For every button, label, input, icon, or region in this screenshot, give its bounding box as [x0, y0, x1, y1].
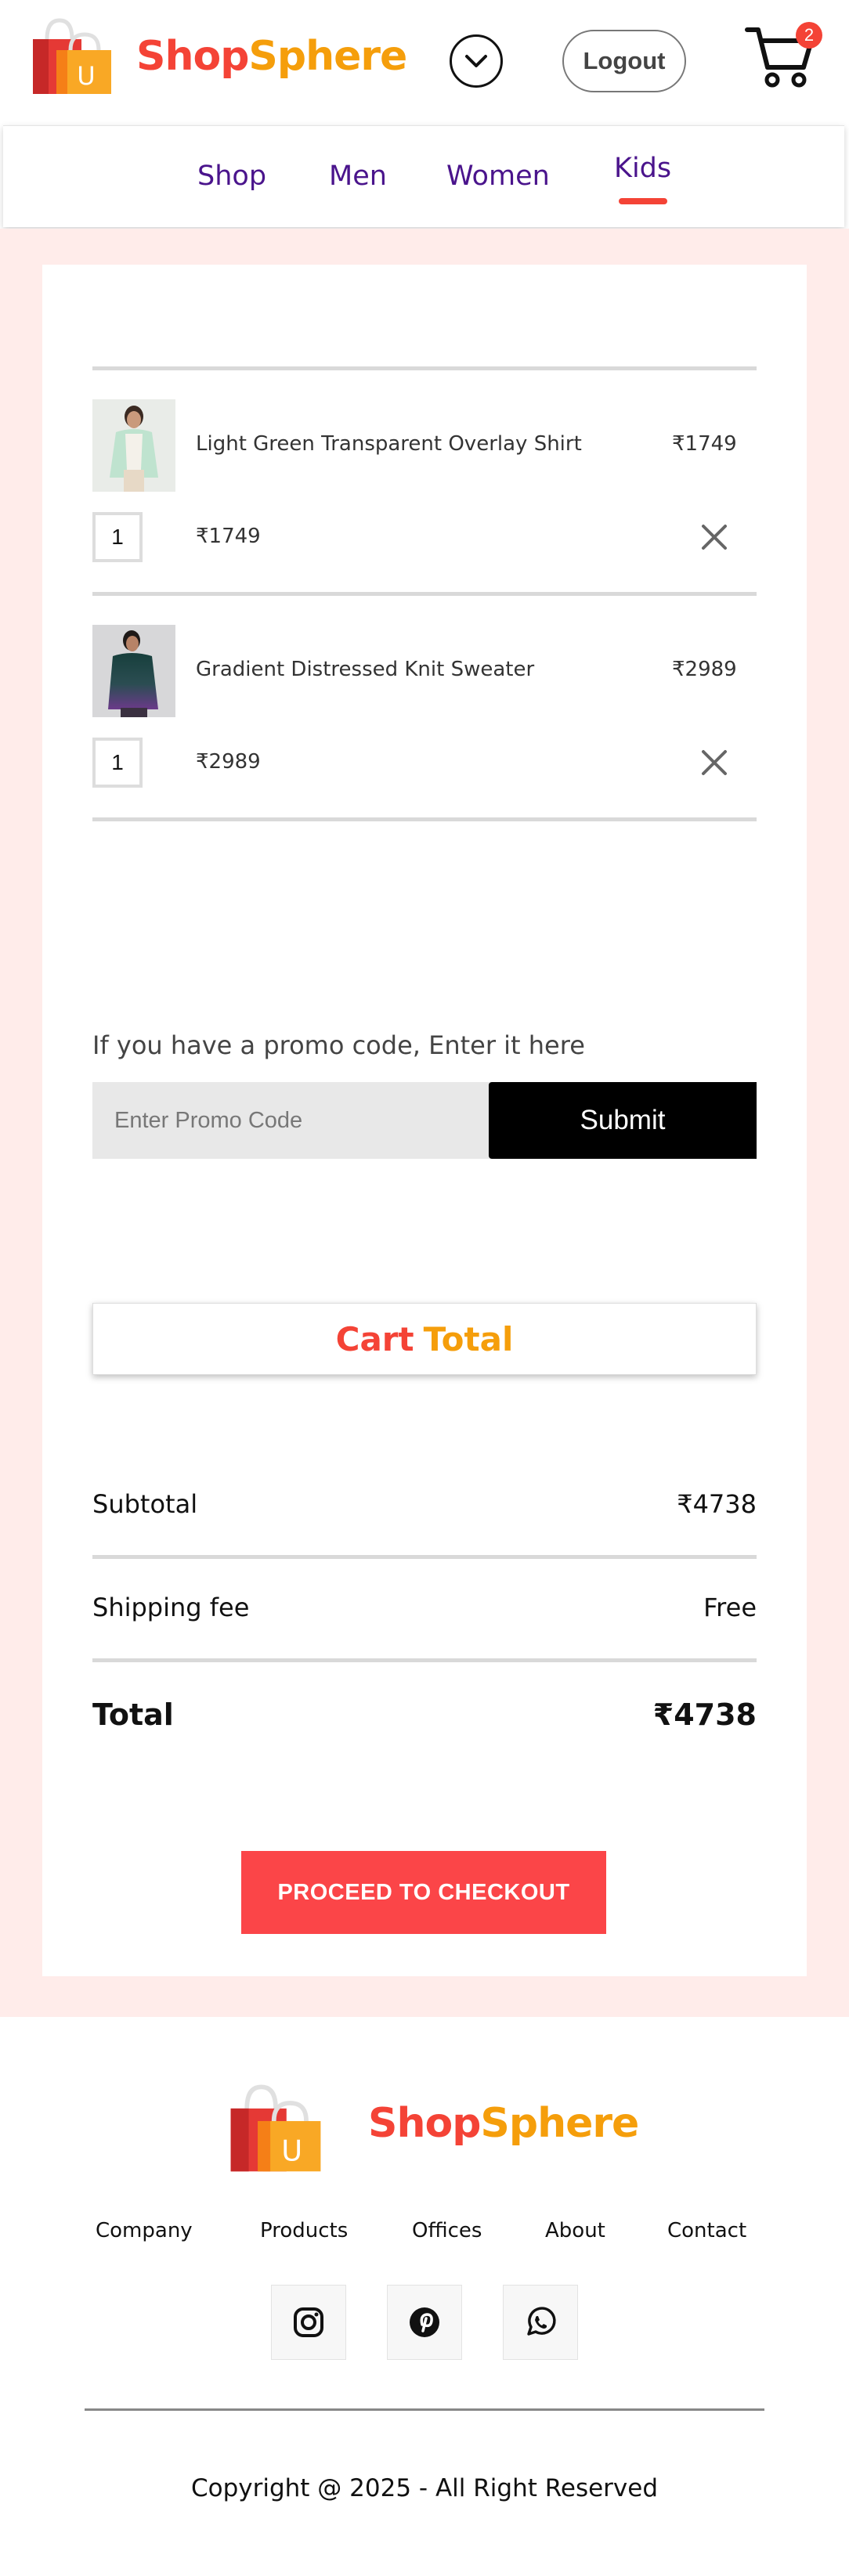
total-value: ₹4738	[652, 1697, 757, 1732]
footer-link-about[interactable]: About	[545, 2219, 605, 2242]
category-nav: Shop Men Women Kids	[3, 125, 844, 227]
divider	[92, 1658, 757, 1662]
nav-item-kids[interactable]: Kids	[614, 153, 671, 184]
site-header: U ShopSphere Logout 2	[0, 0, 849, 124]
menu-dropdown-button[interactable]	[450, 34, 503, 88]
item-subtotal: ₹2989	[196, 750, 261, 774]
footer-brand-part1: Shop	[368, 2100, 481, 2147]
close-icon[interactable]	[699, 521, 730, 553]
promo-label: If you have a promo code, Enter it here	[92, 1030, 585, 1060]
product-photo-sweater	[92, 625, 175, 717]
product-name[interactable]: Gradient Distressed Knit Sweater	[196, 658, 534, 681]
total-label: Total	[92, 1697, 174, 1732]
logo[interactable]: U	[30, 16, 114, 96]
footer-link-company[interactable]: Company	[96, 2219, 193, 2242]
pinterest-icon	[410, 2307, 439, 2337]
divider	[92, 1555, 757, 1559]
cart-button[interactable]: 2	[744, 17, 822, 96]
promo-submit-button[interactable]: Submit	[489, 1082, 757, 1159]
footer-divider	[85, 2408, 764, 2411]
svg-text:U: U	[281, 2134, 302, 2167]
brand-name-part2: Sphere	[248, 33, 407, 80]
divider	[92, 592, 757, 596]
subtotal-value: ₹4738	[677, 1489, 757, 1519]
divider	[92, 366, 757, 370]
nav-item-shop[interactable]: Shop	[197, 161, 266, 192]
item-subtotal: ₹1749	[196, 525, 261, 548]
whatsapp-icon	[527, 2307, 556, 2336]
footer-brand-part2: Sphere	[480, 2100, 639, 2147]
promo-code-input[interactable]	[92, 1082, 490, 1159]
copyright-text: Copyright @ 2025 - All Right Reserved	[190, 2474, 659, 2502]
product-price: ₹2989	[672, 658, 737, 681]
svg-text:U: U	[77, 61, 95, 91]
cart-count-badge: 2	[796, 22, 822, 49]
nav-item-women[interactable]: Women	[446, 161, 550, 192]
cart-total-heading-part1: Cart	[335, 1319, 414, 1358]
quantity-input[interactable]: 1	[92, 738, 143, 788]
brand-name[interactable]: ShopSphere	[136, 33, 407, 80]
product-name[interactable]: Light Green Transparent Overlay Shirt	[196, 432, 582, 456]
shipping-fee-label: Shipping fee	[92, 1593, 250, 1622]
instagram-button[interactable]	[271, 2285, 346, 2360]
shipping-fee-value: Free	[703, 1593, 757, 1622]
nav-active-indicator	[619, 198, 667, 204]
proceed-to-checkout-button[interactable]: PROCEED TO CHECKOUT	[241, 1851, 606, 1934]
nav-item-men[interactable]: Men	[329, 161, 387, 192]
whatsapp-button[interactable]	[503, 2285, 578, 2360]
subtotal-label: Subtotal	[92, 1489, 198, 1519]
divider	[92, 817, 757, 821]
close-icon[interactable]	[699, 747, 730, 778]
shopping-bag-logo-icon[interactable]: U	[227, 2081, 324, 2174]
footer-brand-name[interactable]: ShopSphere	[368, 2100, 639, 2147]
shopping-bag-logo-icon: U	[33, 18, 111, 94]
footer-link-offices[interactable]: Offices	[412, 2219, 482, 2242]
footer-link-contact[interactable]: Contact	[667, 2219, 746, 2242]
quantity-input[interactable]: 1	[92, 512, 143, 562]
instagram-icon	[294, 2307, 323, 2337]
footer-link-products[interactable]: Products	[260, 2219, 348, 2242]
product-photo-shirt	[92, 399, 175, 492]
product-price: ₹1749	[672, 432, 737, 456]
cart-total-heading-part2: Total	[423, 1319, 514, 1358]
product-image[interactable]	[92, 399, 175, 492]
logout-button[interactable]: Logout	[562, 30, 686, 92]
product-image[interactable]	[92, 625, 175, 717]
pinterest-button[interactable]	[387, 2285, 462, 2360]
chevron-down-icon	[465, 55, 487, 67]
cart-total-heading: Cart Total	[92, 1303, 757, 1375]
brand-name-part1: Shop	[136, 33, 249, 80]
